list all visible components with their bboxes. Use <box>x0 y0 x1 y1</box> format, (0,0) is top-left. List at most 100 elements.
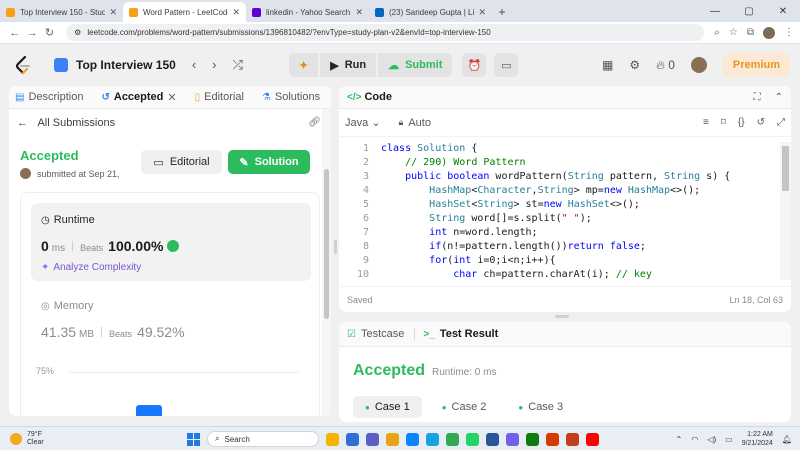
close-window-button[interactable]: ✕ <box>766 6 800 17</box>
taskbar-app-icon[interactable] <box>426 432 439 446</box>
horizontal-resize-handle[interactable] <box>555 315 569 318</box>
forward-icon[interactable]: → <box>23 27 40 39</box>
solution-button[interactable]: ✎ Solution <box>228 150 310 174</box>
format-icon[interactable]: ≡ <box>703 117 709 128</box>
next-problem-icon[interactable]: › <box>212 57 216 73</box>
code-line[interactable]: 10 char ch=pattern.charAt(i); // key <box>339 268 779 280</box>
close-tab-icon[interactable]: ✕ <box>167 91 176 104</box>
case-tab-2[interactable]: ● Case 2 <box>430 396 499 418</box>
code-line[interactable]: 4 HashMap<Character,String> mp=new HashM… <box>339 184 779 198</box>
user-avatar[interactable] <box>690 57 707 73</box>
url-field[interactable]: ⚙ leetcode.com/problems/word-pattern/sub… <box>66 24 705 41</box>
notes-button[interactable]: ▭ <box>494 53 519 77</box>
left-scrollbar[interactable] <box>322 109 331 416</box>
browser-tab-linkedin[interactable]: (23) Sandeep Gupta | LinkedIn ✕ <box>369 2 492 22</box>
tab-testcase[interactable]: ☑ Testcase <box>347 328 404 340</box>
profile-avatar[interactable] <box>763 26 775 39</box>
site-info-icon[interactable]: ⚙ <box>74 28 81 37</box>
distribution-bar[interactable] <box>136 405 162 416</box>
taskbar-app-icon[interactable] <box>446 432 459 446</box>
taskbar-app-icon[interactable] <box>486 432 499 446</box>
prev-problem-icon[interactable]: ‹ <box>192 57 196 73</box>
code-line[interactable]: 8 if(n!=pattern.length())return false; <box>339 240 779 254</box>
browser-tab-study-plan[interactable]: Top Interview 150 - Study Plan ✕ <box>0 2 123 22</box>
analyze-complexity-link[interactable]: ✦ Analyze Complexity <box>41 262 141 273</box>
chevron-up-icon[interactable]: ⌃ <box>676 435 683 444</box>
browser-menu-icon[interactable]: ⋮ <box>784 27 794 38</box>
memory-label-row[interactable]: ◎ Memory <box>41 300 93 312</box>
layout-grid-icon[interactable]: ▦ <box>602 58 613 72</box>
bookmark-star-icon[interactable]: ☆ <box>729 27 738 38</box>
taskbar-app-icon[interactable] <box>386 432 399 446</box>
scroll-thumb[interactable] <box>782 146 789 191</box>
streak-counter[interactable]: 🔥︎ 0 <box>656 58 675 73</box>
tab-accepted[interactable]: ↺ Accepted ✕ <box>101 91 176 104</box>
reset-icon[interactable]: ↺ <box>757 117 765 128</box>
windows-start-icon[interactable] <box>187 432 200 446</box>
fullscreen-icon[interactable]: ⛶ <box>754 92 761 103</box>
case-tab-1[interactable]: ● Case 1 <box>353 396 422 418</box>
tab-solutions[interactable]: ⚗ Solutions <box>262 91 320 103</box>
vertical-resize-handle[interactable] <box>334 240 337 254</box>
expand-icon[interactable]: ⤢ <box>777 117 785 128</box>
notification-bell-icon[interactable]: 🔔︎ <box>782 435 792 444</box>
code-editor[interactable]: 1 class Solution {2 // 290) Word Pattern 3… <box>339 142 779 280</box>
case-tab-3[interactable]: ● Case 3 <box>506 396 575 418</box>
debug-button[interactable]: ✦ <box>289 53 319 77</box>
taskbar-app-icon[interactable] <box>346 432 359 446</box>
tab-editorial[interactable]: ▯ Editorial <box>195 91 244 103</box>
taskbar-app-icon[interactable] <box>406 432 419 446</box>
taskbar-app-icon[interactable] <box>466 432 479 446</box>
browser-tab-yahoo[interactable]: linkedin - Yahoo Search Results ✕ <box>246 2 369 22</box>
close-tab-icon[interactable]: ✕ <box>109 7 117 18</box>
share-link-icon[interactable]: 🔗︎ <box>308 117 321 128</box>
study-plan-title[interactable]: Top Interview 150 <box>76 58 176 72</box>
braces-icon[interactable]: {} <box>738 117 745 128</box>
minimize-button[interactable]: — <box>698 6 732 17</box>
auto-mode[interactable]: Auto <box>408 117 431 129</box>
taskbar-app-icon[interactable] <box>546 432 559 446</box>
taskbar-app-icon[interactable] <box>366 432 379 446</box>
code-line[interactable]: 6 String word[]=s.split(" "); <box>339 212 779 226</box>
code-scrollbar[interactable] <box>780 142 791 280</box>
battery-icon[interactable]: ▭ <box>725 435 733 444</box>
taskbar-app-icon[interactable] <box>566 432 579 446</box>
collapse-icon[interactable]: ⌃ <box>775 92 783 103</box>
code-line[interactable]: 3 public boolean wordPattern(String patt… <box>339 170 779 184</box>
submit-button[interactable]: ☁ Submit <box>378 53 453 77</box>
tab-description[interactable]: ▤ Description <box>15 91 83 103</box>
taskbar-app-icon[interactable] <box>526 432 539 446</box>
weather-widget[interactable]: 79°F Clear <box>10 431 44 447</box>
taskbar-app-icon[interactable] <box>506 432 519 446</box>
code-line[interactable]: 7 int n=word.length; <box>339 226 779 240</box>
taskbar-search[interactable]: ⌕ Search <box>207 431 319 447</box>
code-line[interactable]: 9 for(int i=0;i<n;i++){ <box>339 254 779 268</box>
premium-button[interactable]: Premium <box>722 53 790 77</box>
close-tab-icon[interactable]: ✕ <box>355 7 363 18</box>
reload-icon[interactable]: ↻ <box>41 26 58 39</box>
leetcode-logo-icon[interactable] <box>14 55 32 75</box>
code-line[interactable]: 2 // 290) Word Pattern <box>339 156 779 170</box>
shuffle-icon[interactable]: ⤮ <box>233 57 243 73</box>
timer-button[interactable]: ⏰ <box>462 53 487 77</box>
maximize-button[interactable]: ▢ <box>732 6 766 17</box>
code-line[interactable]: 1 class Solution { <box>339 142 779 156</box>
code-line[interactable]: 5 HashSet<String> st=new HashSet<>(); <box>339 198 779 212</box>
new-tab-button[interactable]: + <box>492 2 512 22</box>
network-icon[interactable]: ◠ <box>691 435 698 444</box>
browser-tab-word-pattern[interactable]: Word Pattern - LeetCode ✕ <box>123 2 246 22</box>
back-icon[interactable]: ← <box>6 27 23 39</box>
runtime-box[interactable]: ◷ Runtime 0 ms Beats 100.00% ✦ Analyze C… <box>31 203 311 281</box>
language-select[interactable]: Java ⌄ <box>345 116 381 129</box>
taskbar-app-icon[interactable] <box>586 432 599 446</box>
editorial-button[interactable]: ▭ Editorial <box>141 150 222 174</box>
zoom-icon[interactable]: ⌕ <box>714 27 720 38</box>
volume-icon[interactable]: ◁) <box>707 435 716 444</box>
all-submissions-link[interactable]: ← All Submissions <box>17 117 115 129</box>
close-tab-icon[interactable]: ✕ <box>478 7 486 18</box>
scroll-thumb[interactable] <box>324 169 329 319</box>
bookmark-icon[interactable]: ⌑ <box>721 117 726 128</box>
run-button[interactable]: ▶ Run <box>320 53 377 77</box>
settings-gear-icon[interactable]: ⚙ <box>629 58 640 72</box>
clock[interactable]: 1:22 AM 9/21/2024 <box>742 430 773 448</box>
